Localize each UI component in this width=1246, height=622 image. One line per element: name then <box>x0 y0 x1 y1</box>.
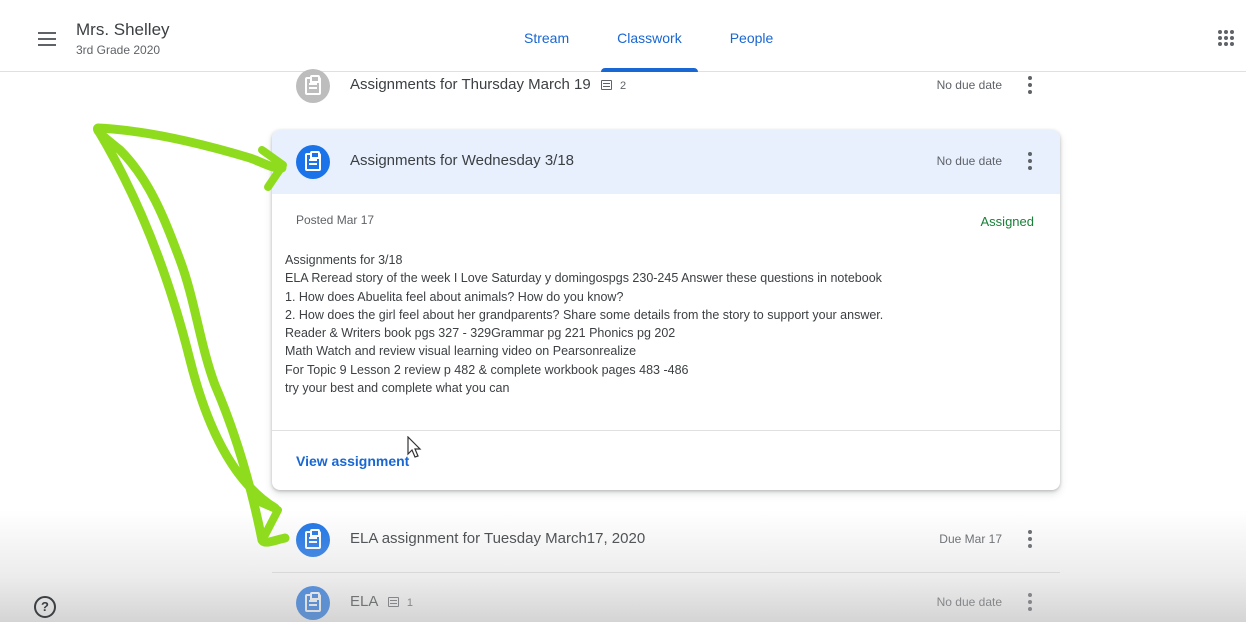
posted-date: Posted Mar 17 <box>296 213 375 227</box>
assignment-description: Assignments for 3/18 ELA Reread story of… <box>285 251 1045 397</box>
assignment-title: Assignments for Wednesday 3/18 <box>350 152 575 169</box>
assignment-title: Assignments for Thursday March 19 <box>350 76 591 93</box>
list-item-assignment[interactable]: ELA assignment for Tuesday March17, 2020… <box>272 509 1060 571</box>
description-line: Math Watch and review visual learning vi… <box>285 344 637 359</box>
class-name[interactable]: Mrs. Shelley <box>76 20 170 40</box>
divider <box>272 430 1060 431</box>
help-icon[interactable]: ? <box>34 596 56 618</box>
more-vert-icon[interactable] <box>1028 530 1032 548</box>
view-assignment-link[interactable]: View assignment <box>296 453 409 469</box>
description-line: 2. How does the girl feel about her gran… <box>285 307 884 322</box>
due-date: No due date <box>936 595 1002 609</box>
description-line: ELA Reread story of the week I Love Satu… <box>285 271 882 286</box>
comment-count: 2 <box>620 80 627 92</box>
more-vert-icon[interactable] <box>1028 152 1032 170</box>
list-item-assignment[interactable]: Assignments for Thursday March 19 2 No d… <box>272 55 1060 117</box>
assignment-title-wrap: Assignments for Thursday March 19 2 <box>350 76 626 93</box>
more-vert-icon[interactable] <box>1028 593 1032 611</box>
hamburger-menu-icon[interactable] <box>30 22 64 56</box>
expanded-assignment-card: Assignments for Wednesday 3/18 No due da… <box>272 130 1060 490</box>
comment-count: 1 <box>406 597 413 609</box>
assignment-clipboard-icon <box>296 586 330 620</box>
class-section: 3rd Grade 2020 <box>76 43 161 57</box>
list-item-assignment[interactable]: ELA 1 No due date <box>272 572 1060 622</box>
comment-icon <box>600 80 612 90</box>
description-line: Assignments for 3/18 <box>285 253 403 267</box>
classroom-app: Mrs. Shelley 3rd Grade 2020 Stream Class… <box>0 0 1246 622</box>
assignment-clipboard-icon <box>296 69 330 103</box>
assignment-title: ELA <box>350 593 378 610</box>
assignment-header[interactable]: Assignments for Wednesday 3/18 No due da… <box>272 130 1060 194</box>
description-line: try your best and complete what you can <box>285 381 510 396</box>
mouse-pointer-icon <box>407 436 422 458</box>
status-badge: Assigned <box>980 214 1034 229</box>
due-date: No due date <box>936 78 1002 92</box>
assignment-title: ELA assignment for Tuesday March17, 2020 <box>350 530 646 547</box>
description-line: Reader & Writers book pgs 327 - 329Gramm… <box>285 326 676 341</box>
more-vert-icon[interactable] <box>1028 76 1032 94</box>
assignment-clipboard-icon <box>296 523 330 557</box>
due-date: Due Mar 17 <box>939 532 1002 546</box>
comment-icon <box>387 597 399 607</box>
assignment-clipboard-icon <box>296 145 330 179</box>
description-line: 1. How does Abuelita feel about animals?… <box>285 289 624 304</box>
google-apps-icon[interactable] <box>1218 30 1234 46</box>
assignment-title-wrap: ELA 1 <box>350 593 413 610</box>
due-date: No due date <box>936 154 1002 168</box>
assignment-header-row: Assignments for Wednesday 3/18 No due da… <box>272 131 1060 193</box>
description-line: For Topic 9 Lesson 2 review p 482 & comp… <box>285 362 689 377</box>
